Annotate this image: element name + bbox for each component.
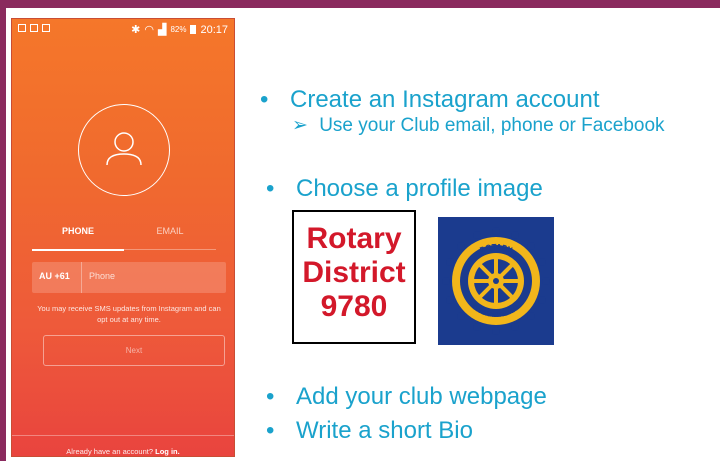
bullet-text: Create an Instagram account: [290, 86, 600, 113]
status-bar: ✱ ◠ ▟ 82% 20:17: [12, 19, 234, 41]
field-separator: [81, 262, 82, 293]
battery-percent: 82%: [170, 25, 187, 34]
camera-icon: [42, 24, 50, 32]
country-code-selector[interactable]: AU +61: [39, 271, 70, 281]
notification-icon: [18, 24, 26, 32]
rotary-wheel-icon: ROTARY INTERNATIONAL: [442, 227, 550, 335]
slide-frame-left: [0, 0, 6, 461]
sms-note: You may receive SMS updates from Instagr…: [37, 304, 221, 324]
bullet-text: Write a short Bio: [296, 417, 473, 444]
bullet-text: Add your club webpage: [296, 383, 547, 410]
bullet-dot-icon: •: [260, 86, 269, 113]
signal-icon: ▟: [157, 24, 167, 36]
wifi-icon: ◠: [144, 24, 154, 36]
district-line: Rotary: [306, 222, 402, 255]
rotary-international-emblem: ROTARY INTERNATIONAL: [438, 217, 554, 345]
sub-bullet-club-email: ➢ Use your Club email, phone or Facebook: [292, 114, 665, 137]
district-line: District: [302, 256, 406, 289]
login-prompt: Already have an account?: [66, 447, 154, 456]
phone-field[interactable]: AU +61 Phone: [32, 262, 226, 293]
tab-divider: [124, 249, 216, 250]
bluetooth-icon: ✱: [131, 24, 141, 36]
signup-tabs: PHONE EMAIL: [32, 226, 216, 246]
rotary-district-logo: Rotary District 9780: [292, 210, 416, 344]
arrow-bullet-icon: ➢: [292, 115, 308, 136]
login-prompt-row: Already have an account? Log in.: [12, 447, 234, 456]
login-link[interactable]: Log in.: [155, 447, 180, 456]
bullet-dot-icon: •: [266, 417, 275, 444]
phone-input[interactable]: Phone: [89, 271, 115, 281]
notification-icon: [30, 24, 38, 32]
status-right: ✱ ◠ ▟ 82% 20:17: [131, 23, 228, 37]
bullet-dot-icon: •: [266, 175, 275, 202]
bullet-dot-icon: •: [266, 383, 275, 410]
status-time: 20:17: [200, 23, 228, 36]
bottom-divider: [12, 435, 234, 436]
battery-icon: [190, 25, 197, 34]
profile-photo-placeholder[interactable]: [78, 104, 170, 196]
tab-phone[interactable]: PHONE: [32, 226, 124, 236]
tab-email[interactable]: EMAIL: [124, 226, 216, 236]
next-button[interactable]: Next: [43, 335, 225, 366]
bullet-text: Choose a profile image: [296, 175, 543, 202]
slide-frame-top: [0, 0, 720, 8]
active-tab-indicator: [32, 249, 124, 251]
district-line: 9780: [320, 290, 388, 323]
notification-icons: [18, 24, 50, 32]
instagram-signup-screenshot: ✱ ◠ ▟ 82% 20:17 PHONE EMAIL AU +61 Phone…: [11, 18, 235, 457]
user-icon: [106, 132, 142, 166]
sub-bullet-text: Use your Club email, phone or Facebook: [319, 115, 665, 136]
